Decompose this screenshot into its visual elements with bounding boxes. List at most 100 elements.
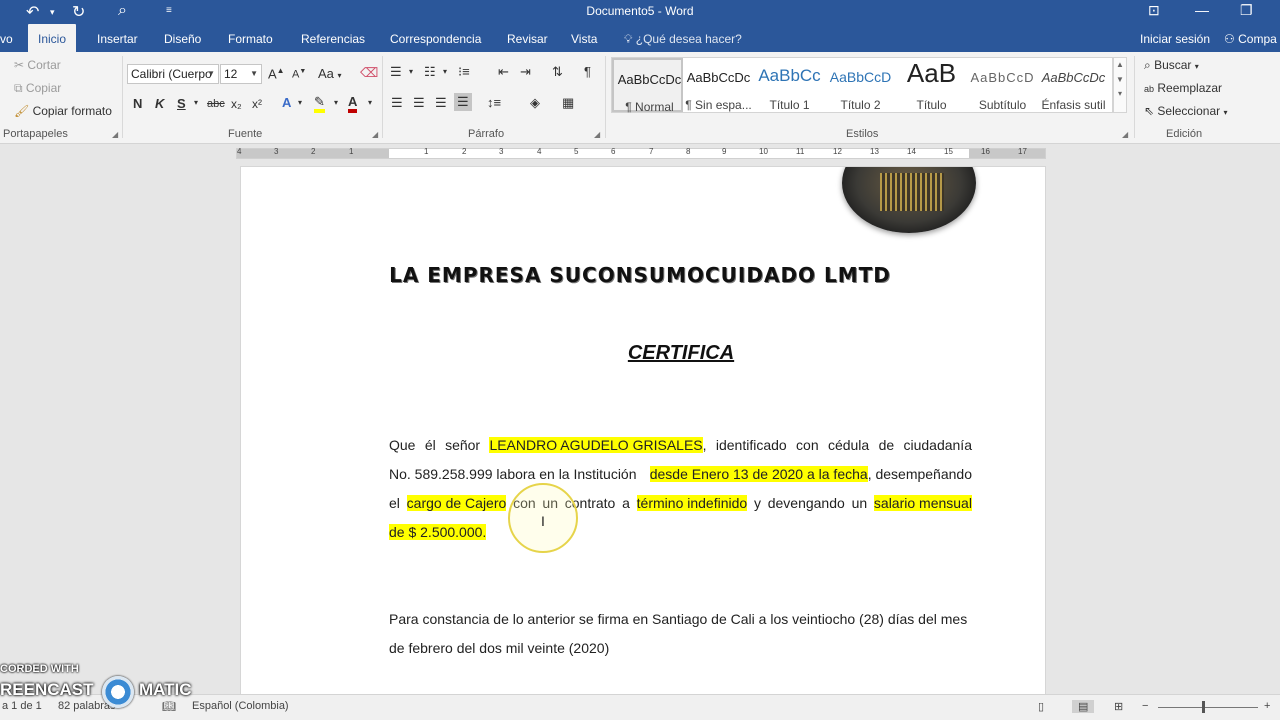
text-effects-icon[interactable]: A (282, 95, 291, 110)
font-color-dropdown-icon[interactable]: ▾ (368, 98, 372, 107)
bold-button[interactable]: N (133, 96, 142, 111)
zoom-slider-thumb[interactable] (1202, 701, 1205, 713)
tab-referencias[interactable]: Referencias (291, 24, 375, 52)
text-effects-dropdown-icon[interactable]: ▾ (298, 98, 302, 107)
clear-formatting-icon[interactable]: ⌫ (360, 65, 378, 81)
tab-vista[interactable]: Vista (561, 24, 607, 52)
horizontal-ruler[interactable]: 4 3 2 1 1 2 3 4 5 6 7 8 9 10 11 12 13 14… (236, 147, 1046, 159)
ruler-number: 4 (537, 147, 542, 156)
shrink-font-button[interactable]: A▼ (292, 68, 306, 81)
scroll-up-icon[interactable]: ▲ (1114, 60, 1126, 69)
minimize-icon[interactable]: — (1195, 2, 1209, 18)
ruler-number: 12 (833, 147, 842, 156)
paragraph-launcher-icon[interactable]: ◢ (594, 130, 600, 139)
word: identificado (715, 437, 787, 453)
zoom-slider[interactable] (1158, 707, 1258, 708)
show-marks-icon[interactable]: ¶ (584, 64, 591, 79)
read-mode-icon[interactable]: ▯ (1038, 700, 1044, 713)
style-normal[interactable]: AaBbCcDc ¶ Normal (612, 58, 683, 114)
gallery-more-icon[interactable]: ▾ (1114, 89, 1126, 98)
justify-icon[interactable]: ☰ (454, 93, 472, 111)
tab-insertar[interactable]: Insertar (87, 24, 148, 52)
style-heading-1[interactable]: AaBbCc Título 1 (754, 58, 825, 112)
format-painter-button[interactable]: 🖌︎ Copiar formato (14, 104, 112, 118)
change-case-button[interactable]: Aa ▾ (318, 66, 342, 81)
numbering-dropdown-icon[interactable]: ▾ (443, 67, 447, 76)
font-family-select[interactable]: Calibri (Cuerpo ▼ (127, 64, 219, 84)
highlight-dropdown-icon[interactable]: ▾ (334, 98, 338, 107)
tab-archivo[interactable]: vo (0, 24, 23, 52)
zoom-out-icon[interactable]: − (1142, 700, 1148, 712)
multilevel-list-icon[interactable]: ⁝≡ (458, 64, 470, 80)
underline-button[interactable]: S (177, 96, 186, 111)
font-color-icon[interactable]: A (348, 95, 358, 113)
select-button[interactable]: ⇖ Seleccionar ▾ (1144, 104, 1227, 118)
change-case-label: Aa (318, 66, 334, 81)
highlight-icon[interactable]: ✎ (314, 95, 325, 113)
zoom-in-icon[interactable]: + (1264, 700, 1270, 712)
bullets-dropdown-icon[interactable]: ▾ (409, 67, 413, 76)
underline-dropdown-icon[interactable]: ▾ (194, 98, 198, 107)
tab-diseno[interactable]: Diseño (154, 24, 211, 52)
decrease-indent-icon[interactable]: ⇤ (498, 64, 509, 80)
ruler-number: 5 (574, 147, 579, 156)
replace-button[interactable]: ab Reemplazar (1144, 81, 1222, 95)
tab-revisar[interactable]: Revisar (497, 24, 558, 52)
font-launcher-icon[interactable]: ◢ (372, 130, 378, 139)
body-paragraph-2[interactable]: Para constancia de lo anterior se firma … (389, 611, 972, 671)
tab-correspondencia[interactable]: Correspondencia (380, 24, 491, 52)
strikethrough-button[interactable]: abc (207, 98, 225, 110)
style-subtle-emphasis[interactable]: AaBbCcDc Énfasis sutil (1038, 58, 1109, 112)
title-bar: ↶ ▾ ↻ ⌕ ≡ Documento5 - Word ⊡ — ❐ (0, 0, 1280, 24)
tab-formato[interactable]: Formato (218, 24, 283, 52)
cut-button[interactable]: ✂ Cortar (14, 58, 61, 72)
body-paragraph-1[interactable]: Que él señor LEANDRO AGUDELO GRISALES, i… (389, 437, 972, 547)
align-left-icon[interactable]: ☰ (391, 95, 403, 111)
styles-launcher-icon[interactable]: ◢ (1122, 130, 1128, 139)
paragraph-line: el cargo de Cajero con un contrato a tér… (389, 495, 972, 511)
italic-button[interactable]: K (155, 96, 164, 111)
style-preview: AaBbCcD (970, 70, 1035, 85)
borders-icon[interactable]: ▦ (562, 95, 574, 111)
text-run: No. 589.258.999 labora en la Institución (389, 466, 637, 482)
clipboard-launcher-icon[interactable]: ◢ (112, 130, 118, 139)
sign-in-link[interactable]: Iniciar sesión (1140, 24, 1210, 54)
superscript-button[interactable]: x² (252, 97, 262, 111)
grow-font-button[interactable]: A▲ (268, 66, 285, 81)
style-title[interactable]: AaB Título (896, 58, 967, 112)
style-no-spacing[interactable]: AaBbCcDc ¶ Sin espa... (683, 58, 754, 112)
proofing-icon[interactable]: 📖︎ (162, 700, 176, 713)
styles-gallery-scroll[interactable]: ▲ ▼ ▾ (1113, 57, 1127, 113)
shading-icon[interactable]: ◈ (530, 95, 540, 111)
share-button[interactable]: ⚇ Compa (1224, 24, 1277, 54)
style-heading-2[interactable]: AaBbCcD Título 2 (825, 58, 896, 112)
line-spacing-icon[interactable]: ↕≡ (487, 95, 501, 110)
company-photo[interactable] (842, 167, 976, 233)
copy-button[interactable]: ⧉ Copiar (14, 81, 61, 96)
align-right-icon[interactable]: ☰ (435, 95, 447, 111)
numbering-icon[interactable]: ☷ (424, 64, 436, 80)
language-status[interactable]: Español (Colombia) (192, 700, 289, 712)
web-layout-icon[interactable]: ⊞ (1114, 700, 1123, 713)
scroll-down-icon[interactable]: ▼ (1114, 75, 1126, 84)
certifica-heading: CERTIFICA (241, 342, 1045, 365)
increase-indent-icon[interactable]: ⇥ (520, 64, 531, 80)
print-layout-icon[interactable]: ▤ (1072, 700, 1095, 713)
restore-icon[interactable]: ❐ (1240, 2, 1253, 19)
subscript-button[interactable]: x₂ (231, 97, 242, 111)
ribbon-display-icon[interactable]: ⊡ (1148, 2, 1160, 19)
style-subtitle[interactable]: AaBbCcD Subtítulo (967, 58, 1038, 112)
align-center-icon[interactable]: ☰ (413, 95, 425, 111)
tab-inicio[interactable]: Inicio (28, 24, 77, 52)
sort-icon[interactable]: ⇅ (552, 64, 563, 80)
ruler-number: 9 (722, 147, 727, 156)
find-button[interactable]: ⌕ Buscar ▾ (1144, 58, 1199, 73)
font-size-select[interactable]: 12 ▼ (220, 64, 262, 84)
bullets-icon[interactable]: ☰ (390, 64, 402, 80)
word: señor (445, 437, 481, 453)
tell-me-search[interactable]: 💡︎ ¿Qué desea hacer? (624, 24, 742, 54)
document-page[interactable]: LA EMPRESA SUCONSUMOCUIDADO LMTD CERTIFI… (240, 166, 1046, 720)
word: , (702, 437, 707, 453)
ruler-number: 1 (349, 147, 354, 156)
page-count[interactable]: a 1 de 1 (2, 700, 42, 712)
